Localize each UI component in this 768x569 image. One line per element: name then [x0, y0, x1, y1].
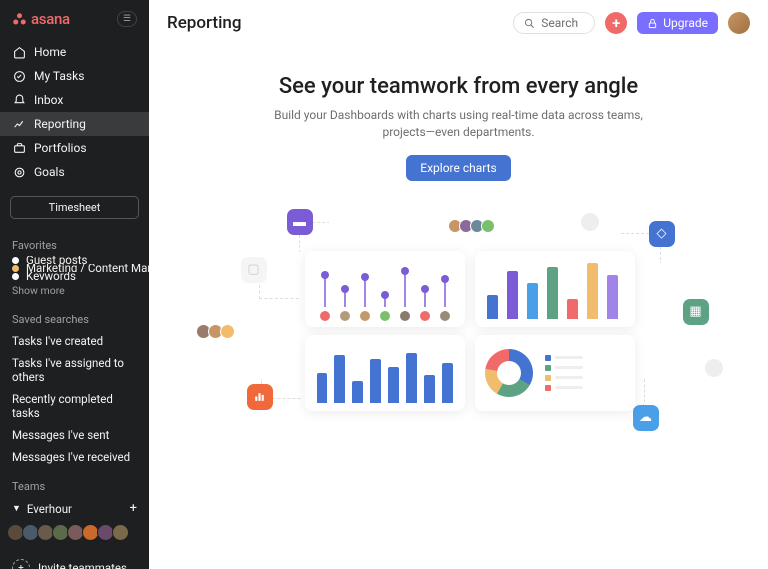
- chart-card-lollipop: [305, 251, 465, 327]
- avatar: [481, 219, 495, 233]
- calendar-icon: ▢: [241, 257, 267, 283]
- upgrade-button[interactable]: Upgrade: [637, 12, 718, 34]
- saved-tasks-created[interactable]: Tasks I've created: [0, 330, 149, 352]
- favorite-keywords[interactable]: Keywords: [0, 272, 149, 280]
- nav-label: Inbox: [34, 93, 63, 107]
- add-project-icon[interactable]: +: [130, 501, 137, 516]
- nav-label: Portfolios: [34, 141, 87, 155]
- project-dot-icon: [12, 257, 19, 264]
- diamond-icon: ◇: [649, 221, 675, 247]
- asana-logo-icon: [12, 12, 27, 27]
- teams-header: Teams: [0, 468, 149, 497]
- nav-label: Goals: [34, 165, 65, 179]
- cloud-icon: ☁: [633, 405, 659, 431]
- favorites-header: Favorites: [0, 227, 149, 256]
- content-area: See your teamwork from every angle Build…: [149, 46, 768, 569]
- asana-logo[interactable]: asana: [12, 10, 70, 28]
- bell-icon: [12, 93, 26, 107]
- chart-bar-icon: [247, 384, 273, 410]
- saved-searches-header: Saved searches: [0, 301, 149, 330]
- timesheet-button[interactable]: Timesheet: [10, 196, 139, 219]
- avatar: [220, 324, 235, 339]
- saved-recently-completed[interactable]: Recently completed tasks: [0, 388, 149, 424]
- sidebar: asana ☰ Home My Tasks Inbox Reporting Po…: [0, 0, 149, 569]
- main-nav: Home My Tasks Inbox Reporting Portfolios…: [0, 36, 149, 188]
- home-icon: [12, 45, 26, 59]
- explore-charts-button[interactable]: Explore charts: [406, 155, 510, 181]
- nav-goals[interactable]: Goals: [0, 160, 149, 184]
- nav-portfolios[interactable]: Portfolios: [0, 136, 149, 160]
- team-avatars: [0, 520, 149, 549]
- main-content: Reporting Search + Upgrade See your team…: [149, 0, 768, 569]
- chart-card-colored-bars: [475, 251, 635, 327]
- saved-messages-sent[interactable]: Messages I've sent: [0, 424, 149, 446]
- hero-subtitle: Build your Dashboards with charts using …: [264, 107, 654, 141]
- add-button[interactable]: +: [605, 12, 627, 34]
- favorite-marketing[interactable]: Marketing / Content Mark...: [0, 264, 149, 272]
- logo-row: asana ☰: [0, 0, 149, 36]
- saved-tasks-assigned[interactable]: Tasks I've assigned to others: [0, 352, 149, 388]
- avatar-cluster: [199, 324, 235, 339]
- page-title: Reporting: [167, 13, 503, 33]
- chevron-down-icon: ▼: [12, 503, 21, 514]
- avatar-cluster: [451, 219, 495, 233]
- invite-teammates[interactable]: +Invite teammates: [0, 551, 149, 569]
- nav-home[interactable]: Home: [0, 40, 149, 64]
- search-icon: [524, 18, 535, 29]
- chart-card-donut: [475, 335, 635, 411]
- nav-label: Home: [34, 45, 66, 59]
- hero-title: See your teamwork from every angle: [179, 74, 738, 99]
- nav-inbox[interactable]: Inbox: [0, 88, 149, 112]
- nav-my-tasks[interactable]: My Tasks: [0, 64, 149, 88]
- nav-label: My Tasks: [34, 69, 84, 83]
- invite-icon: +: [12, 559, 30, 569]
- search-placeholder: Search: [541, 16, 578, 30]
- project-dot-icon: [12, 273, 19, 280]
- search-input[interactable]: Search: [513, 12, 595, 34]
- lock-icon: [647, 18, 658, 29]
- grid-icon: ▦: [683, 299, 709, 325]
- topbar: Reporting Search + Upgrade: [149, 0, 768, 46]
- hero: See your teamwork from every angle Build…: [179, 74, 738, 181]
- donut-legend: [545, 355, 583, 391]
- nav-label: Reporting: [34, 117, 86, 131]
- saved-messages-received[interactable]: Messages I've received: [0, 446, 149, 468]
- chart-card-blue-bars: [305, 335, 465, 411]
- nav-reporting[interactable]: Reporting: [0, 112, 149, 136]
- board-icon: ▬: [287, 209, 313, 235]
- avatar[interactable]: [112, 524, 129, 541]
- donut-chart: [485, 349, 533, 397]
- show-more-favorites[interactable]: Show more: [0, 280, 149, 301]
- logo-text: asana: [31, 10, 70, 28]
- target-icon: [12, 165, 26, 179]
- chart-line-icon: [12, 117, 26, 131]
- lollipop-chart: [315, 263, 455, 307]
- team-everhour[interactable]: ▼Everhour+: [0, 497, 149, 520]
- avatar: [705, 359, 723, 377]
- collapse-sidebar-button[interactable]: ☰: [117, 11, 137, 27]
- project-dot-icon: [12, 265, 19, 272]
- profile-avatar[interactable]: [728, 12, 750, 34]
- check-circle-icon: [12, 69, 26, 83]
- illustration: ▬ ▢ ◇ ▦ ☁: [199, 209, 719, 469]
- favorite-guest-posts[interactable]: Guest posts: [0, 256, 149, 264]
- briefcase-icon: [12, 141, 26, 155]
- avatar: [581, 213, 599, 231]
